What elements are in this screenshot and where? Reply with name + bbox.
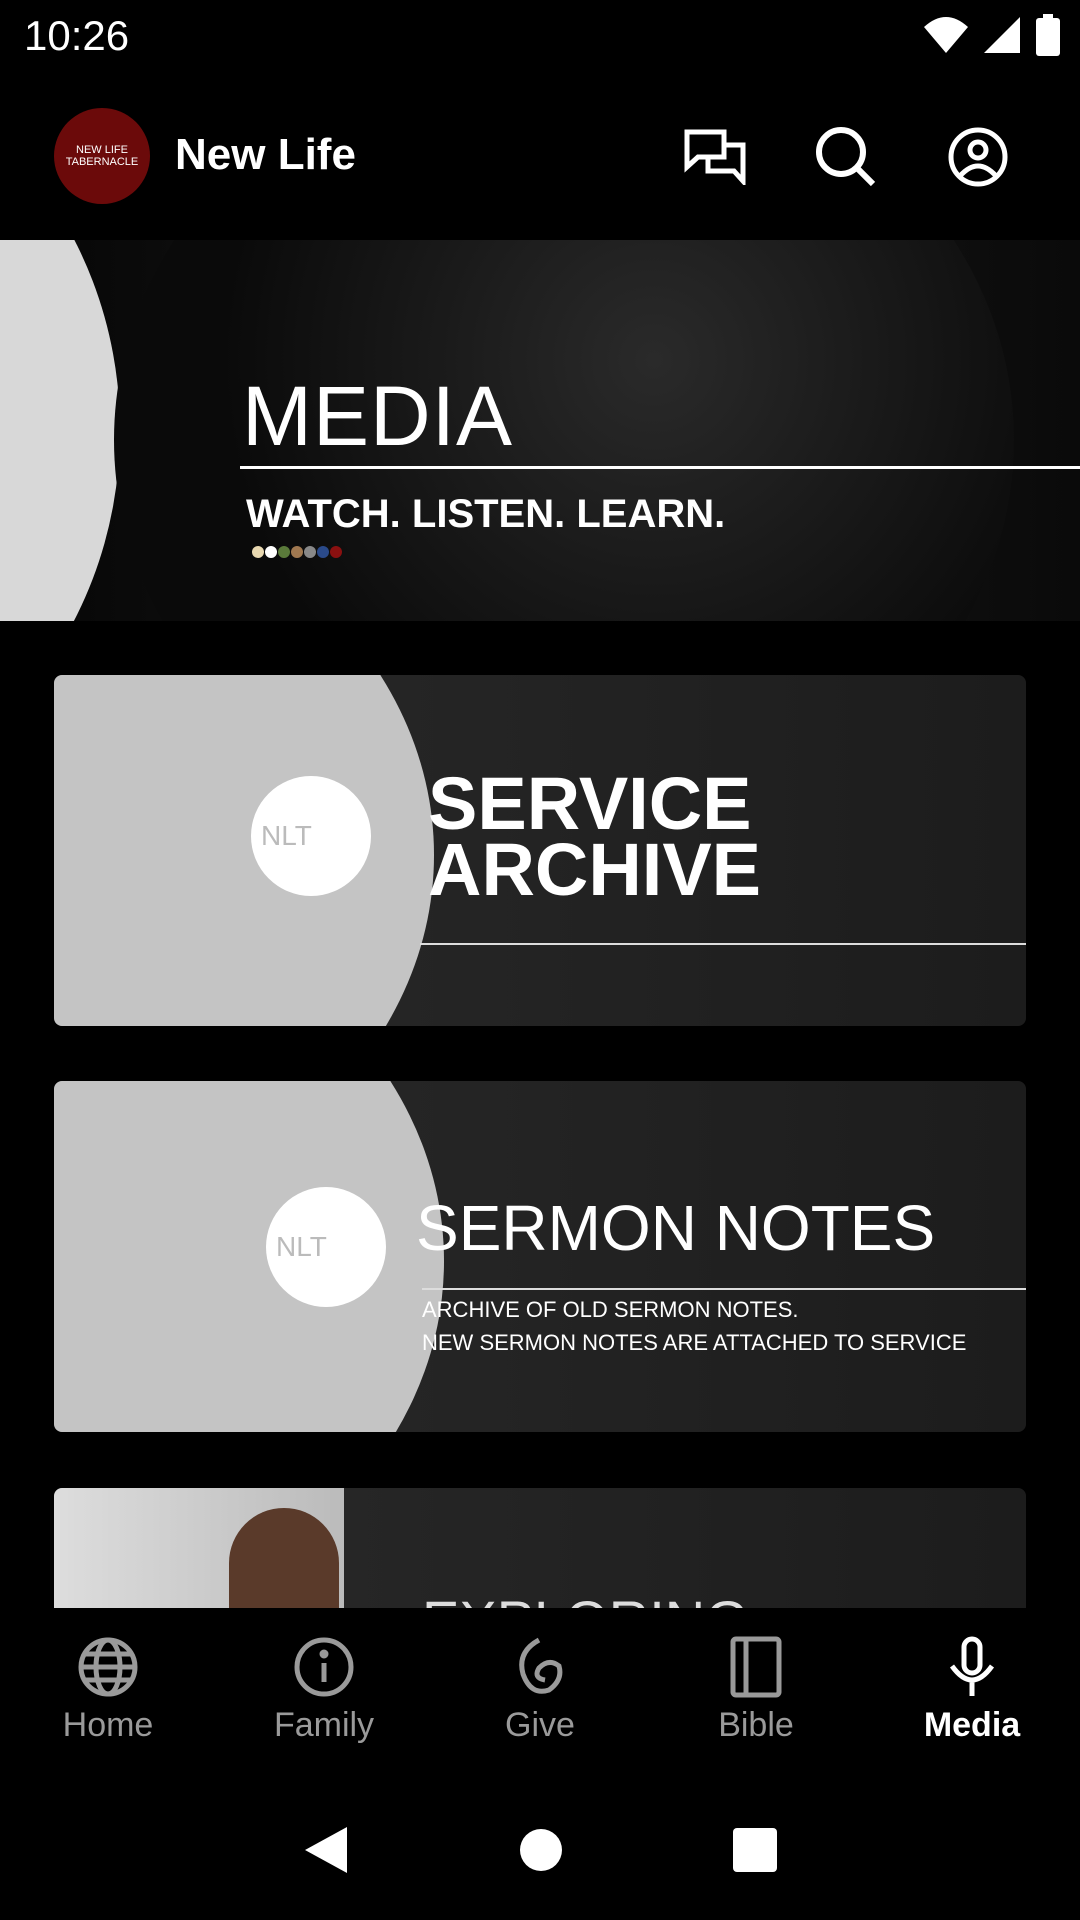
color-dot <box>317 546 329 558</box>
color-dot <box>278 546 290 558</box>
book-icon <box>730 1636 782 1698</box>
back-icon[interactable] <box>303 1825 349 1875</box>
search-button[interactable] <box>811 122 881 192</box>
system-nav <box>0 1780 1080 1920</box>
search-icon <box>816 127 876 187</box>
sermon-notes-card[interactable]: NLT SERMON NOTES ARCHIVE OF OLD SERMON N… <box>54 1081 1026 1432</box>
banner-title: MEDIA <box>242 369 514 463</box>
bottom-nav: Home Family Give Bible Media <box>0 1608 1080 1780</box>
nlt-logo: NLT <box>251 776 371 896</box>
info-icon <box>294 1637 354 1697</box>
nlt-logo: NLT <box>266 1187 386 1307</box>
app-bar: NEW LIFE TABERNACLE New Life <box>0 80 1080 240</box>
profile-button[interactable] <box>943 122 1013 192</box>
give-icon <box>519 1637 563 1694</box>
card-title: SERVICE ARCHIVE <box>428 762 762 911</box>
banner-subtitle: WATCH. LISTEN. LEARN. <box>246 492 726 536</box>
color-dot <box>291 546 303 558</box>
battery-icon <box>1036 14 1060 56</box>
microphone-icon <box>949 1636 995 1696</box>
card-title: EXPLORING <box>422 1588 749 1608</box>
status-time: 10:26 <box>24 12 130 59</box>
account-icon <box>948 127 1008 187</box>
service-archive-card[interactable]: NLT SERVICE ARCHIVE <box>54 675 1026 1026</box>
nav-home[interactable]: Home <box>0 1608 216 1780</box>
chat-button[interactable] <box>680 122 750 192</box>
card-description: ARCHIVE OF OLD SERMON NOTES. NEW SERMON N… <box>422 1297 967 1355</box>
color-dot <box>330 546 342 558</box>
recents-icon[interactable] <box>733 1828 777 1872</box>
home-icon[interactable] <box>519 1828 563 1872</box>
chat-icon <box>684 129 746 185</box>
nav-media[interactable]: Media <box>864 1608 1080 1780</box>
color-dots <box>252 546 342 558</box>
card-title: SERMON NOTES <box>416 1192 936 1264</box>
color-dot <box>304 546 316 558</box>
media-banner: MEDIA WATCH. LISTEN. LEARN. <box>0 240 1080 621</box>
church-logo[interactable]: NEW LIFE TABERNACLE <box>54 108 150 204</box>
app-title: New Life <box>175 130 356 179</box>
nav-give[interactable]: Give <box>432 1608 648 1780</box>
wifi-icon <box>924 17 968 53</box>
globe-icon <box>78 1637 138 1697</box>
color-dot <box>252 546 264 558</box>
nav-bible[interactable]: Bible <box>648 1608 864 1780</box>
nav-family[interactable]: Family <box>216 1608 432 1780</box>
status-bar: 10:26 <box>0 0 1080 80</box>
pastor-photo <box>229 1508 339 1608</box>
color-dot <box>265 546 277 558</box>
exploring-card[interactable]: EXPLORING <box>54 1488 1026 1608</box>
signal-icon <box>984 17 1020 53</box>
divider <box>240 466 1080 469</box>
